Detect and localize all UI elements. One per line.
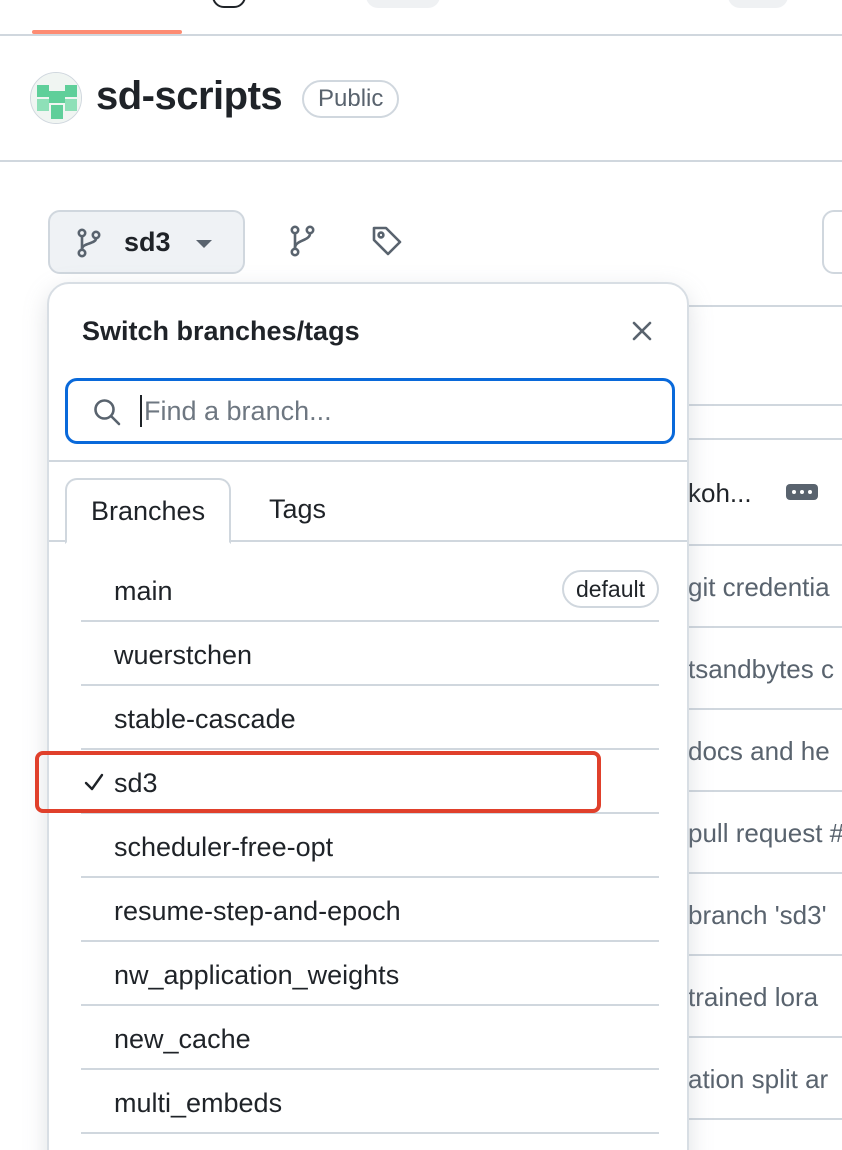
divider bbox=[688, 708, 842, 710]
divider bbox=[688, 305, 842, 307]
avatar[interactable] bbox=[30, 72, 82, 124]
branch-name: main bbox=[114, 576, 173, 606]
branch-selector-button[interactable]: sd3 bbox=[48, 210, 245, 274]
visibility-badge: Public bbox=[302, 80, 400, 118]
branch-name: resume-step-and-epoch bbox=[114, 896, 401, 926]
commit-message[interactable]: pull request # bbox=[688, 818, 842, 849]
nav-counter[interactable] bbox=[728, 0, 788, 8]
divider bbox=[688, 790, 842, 792]
commit-message[interactable]: docs and he bbox=[688, 736, 830, 767]
caret-down-icon bbox=[196, 240, 212, 248]
nav-counter[interactable] bbox=[366, 0, 440, 8]
commit-message[interactable]: trained lora bbox=[688, 982, 818, 1013]
divider bbox=[49, 460, 687, 462]
branch-item-sd3[interactable]: sd3 bbox=[81, 750, 659, 814]
commit-message[interactable]: git credentia bbox=[688, 572, 830, 603]
kebab-icon[interactable] bbox=[786, 484, 818, 500]
default-badge: default bbox=[561, 570, 659, 608]
tag-icon[interactable] bbox=[370, 224, 404, 263]
branch-search-input[interactable] bbox=[144, 391, 644, 431]
branch-item-resume-step-and-epoch[interactable]: resume-step-and-epoch bbox=[81, 878, 659, 942]
branch-name: wuerstchen bbox=[114, 640, 253, 670]
active-tab-underline bbox=[32, 30, 182, 34]
branch-list: main default wuerstchen stable-cascade s… bbox=[81, 558, 659, 1134]
text-cursor bbox=[140, 395, 142, 427]
divider bbox=[688, 438, 842, 440]
close-icon[interactable] bbox=[627, 316, 657, 346]
git-branch-icon bbox=[74, 228, 104, 263]
branches-icon[interactable] bbox=[288, 224, 318, 263]
go-to-file-button[interactable] bbox=[822, 210, 842, 274]
branch-name: sd3 bbox=[114, 768, 158, 798]
commit-message[interactable]: ation split ar bbox=[688, 1064, 828, 1095]
branch-item-multi-embeds[interactable]: multi_embeds bbox=[81, 1070, 659, 1134]
tab-branches[interactable]: Branches bbox=[65, 478, 232, 544]
divider bbox=[688, 1036, 842, 1038]
divider bbox=[688, 404, 842, 406]
branch-dropdown: Switch branches/tags Branches Tags bbox=[47, 282, 689, 1150]
check-icon bbox=[83, 770, 105, 794]
page: sd-scripts Public sd3 koh... git credent… bbox=[0, 0, 842, 1150]
divider bbox=[688, 626, 842, 628]
commit-message[interactable]: tsandbytes c bbox=[688, 654, 834, 685]
repo-name[interactable]: sd-scripts bbox=[96, 74, 283, 119]
branch-name: new_cache bbox=[114, 1024, 251, 1054]
commit-author[interactable]: koh... bbox=[688, 478, 752, 509]
branch-name: multi_embeds bbox=[114, 1088, 283, 1118]
dropdown-title: Switch branches/tags bbox=[82, 316, 360, 346]
nav-icon-circle[interactable] bbox=[212, 0, 246, 8]
branch-item-stable-cascade[interactable]: stable-cascade bbox=[81, 686, 659, 750]
divider bbox=[688, 954, 842, 956]
repo-header: sd-scripts Public bbox=[0, 36, 842, 162]
branch-name: scheduler-free-opt bbox=[114, 832, 334, 862]
branch-search-field[interactable] bbox=[65, 378, 675, 444]
branch-name: stable-cascade bbox=[114, 704, 296, 734]
divider bbox=[688, 872, 842, 874]
search-icon bbox=[92, 397, 122, 432]
divider bbox=[688, 1118, 842, 1120]
branch-item-new-cache[interactable]: new_cache bbox=[81, 1006, 659, 1070]
tab-tags[interactable]: Tags bbox=[245, 478, 350, 542]
branch-item-wuerstchen[interactable]: wuerstchen bbox=[81, 622, 659, 686]
branch-item-nw-application-weights[interactable]: nw_application_weights bbox=[81, 942, 659, 1006]
current-branch-label: sd3 bbox=[124, 227, 171, 257]
repo-nav bbox=[0, 0, 842, 36]
divider bbox=[688, 544, 842, 546]
branch-name: nw_application_weights bbox=[114, 960, 400, 990]
branch-tag-tabs: Branches Tags bbox=[49, 478, 687, 544]
commit-message[interactable]: branch 'sd3' bbox=[688, 900, 827, 931]
branch-item-scheduler-free-opt[interactable]: scheduler-free-opt bbox=[81, 814, 659, 878]
branch-item-main[interactable]: main default bbox=[81, 558, 659, 622]
